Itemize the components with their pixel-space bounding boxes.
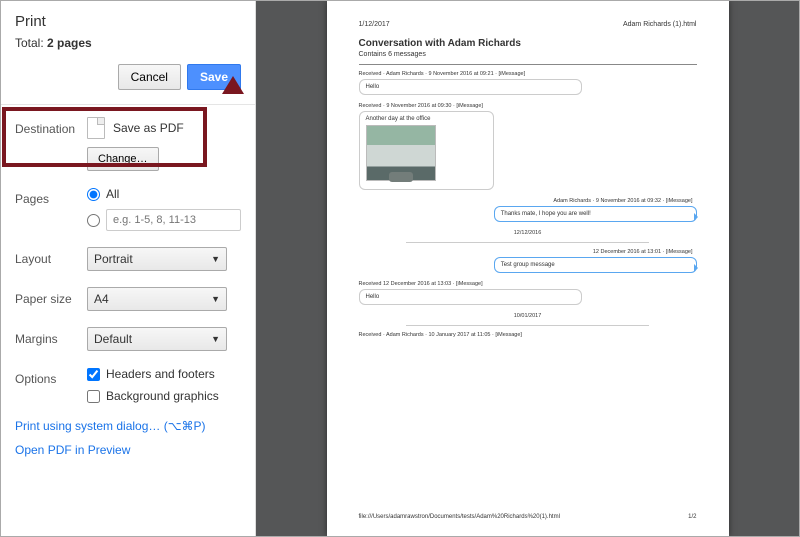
caret-down-icon: ▼ (211, 294, 220, 304)
change-destination-button[interactable]: Change… (87, 147, 159, 171)
open-pdf-preview-link[interactable]: Open PDF in Preview (15, 443, 241, 457)
margins-select[interactable]: Default▼ (87, 327, 227, 351)
message-meta: Adam Richards · 9 November 2016 at 09:32… (359, 198, 697, 204)
message-meta: Received · Adam Richards · 10 January 20… (359, 332, 697, 338)
attached-photo (366, 125, 436, 181)
total-pages: Total: 2 pages (15, 36, 241, 50)
conversation-title: Conversation with Adam Richards (359, 38, 697, 49)
layout-label: Layout (15, 247, 87, 266)
date-separator: 10/01/2017 (359, 313, 697, 319)
message-meta: Received · 9 November 2016 at 09:30 · [i… (359, 103, 697, 109)
preview-page-1: 1/12/2017 Adam Richards (1).html Convers… (327, 1, 729, 536)
pages-custom-radio[interactable] (87, 214, 100, 227)
headers-footers-label: Headers and footers (106, 367, 215, 381)
panel-title: Print (15, 13, 241, 30)
message-bubble: Hello (359, 79, 582, 95)
layout-select[interactable]: Portrait▼ (87, 247, 227, 271)
pdf-file-icon (87, 117, 105, 139)
cancel-button[interactable]: Cancel (118, 64, 181, 90)
save-button[interactable]: Save (187, 64, 241, 90)
background-graphics-checkbox[interactable] (87, 390, 100, 403)
conversation-subtitle: Contains 6 messages (359, 51, 697, 58)
message-bubble: Another day at the office (359, 111, 494, 190)
message-bubble: Hello (359, 289, 582, 305)
pages-label: Pages (15, 187, 87, 206)
print-settings-panel: Print Total: 2 pages Cancel Save Destina… (1, 1, 256, 536)
caret-down-icon: ▼ (211, 334, 220, 344)
options-label: Options (15, 367, 87, 386)
page-footer-pagenum: 1/2 (688, 514, 696, 520)
destination-value: Save as PDF (113, 121, 184, 135)
message-meta: Received 12 December 2016 at 13:03 · [iM… (359, 281, 697, 287)
destination-label: Destination (15, 117, 87, 136)
pages-custom-input[interactable] (106, 209, 241, 231)
background-graphics-label: Background graphics (106, 389, 219, 403)
page-header-date: 1/12/2017 (359, 21, 390, 28)
date-separator: 12/12/2016 (359, 230, 697, 236)
paper-size-label: Paper size (15, 287, 87, 306)
message-meta: Received · Adam Richards · 9 November 20… (359, 71, 697, 77)
page-footer-path: file:///Users/adamrawstron/Documents/tes… (359, 514, 560, 520)
margins-label: Margins (15, 327, 87, 346)
message-meta: 12 December 2016 at 13:01 · [iMessage] (359, 249, 697, 255)
caret-down-icon: ▼ (211, 254, 220, 264)
paper-size-select[interactable]: A4▼ (87, 287, 227, 311)
message-bubble: Thanks mate, I hope you are well! (494, 206, 697, 222)
message-bubble: Test group message (494, 257, 697, 273)
pages-all-label: All (106, 187, 119, 201)
pages-all-radio[interactable] (87, 188, 100, 201)
print-preview-area: 1/12/2017 Adam Richards (1).html Convers… (256, 1, 799, 536)
page-header-filename: Adam Richards (1).html (623, 21, 697, 28)
system-dialog-link[interactable]: Print using system dialog… (⌥⌘P) (15, 419, 241, 433)
headers-footers-checkbox[interactable] (87, 368, 100, 381)
